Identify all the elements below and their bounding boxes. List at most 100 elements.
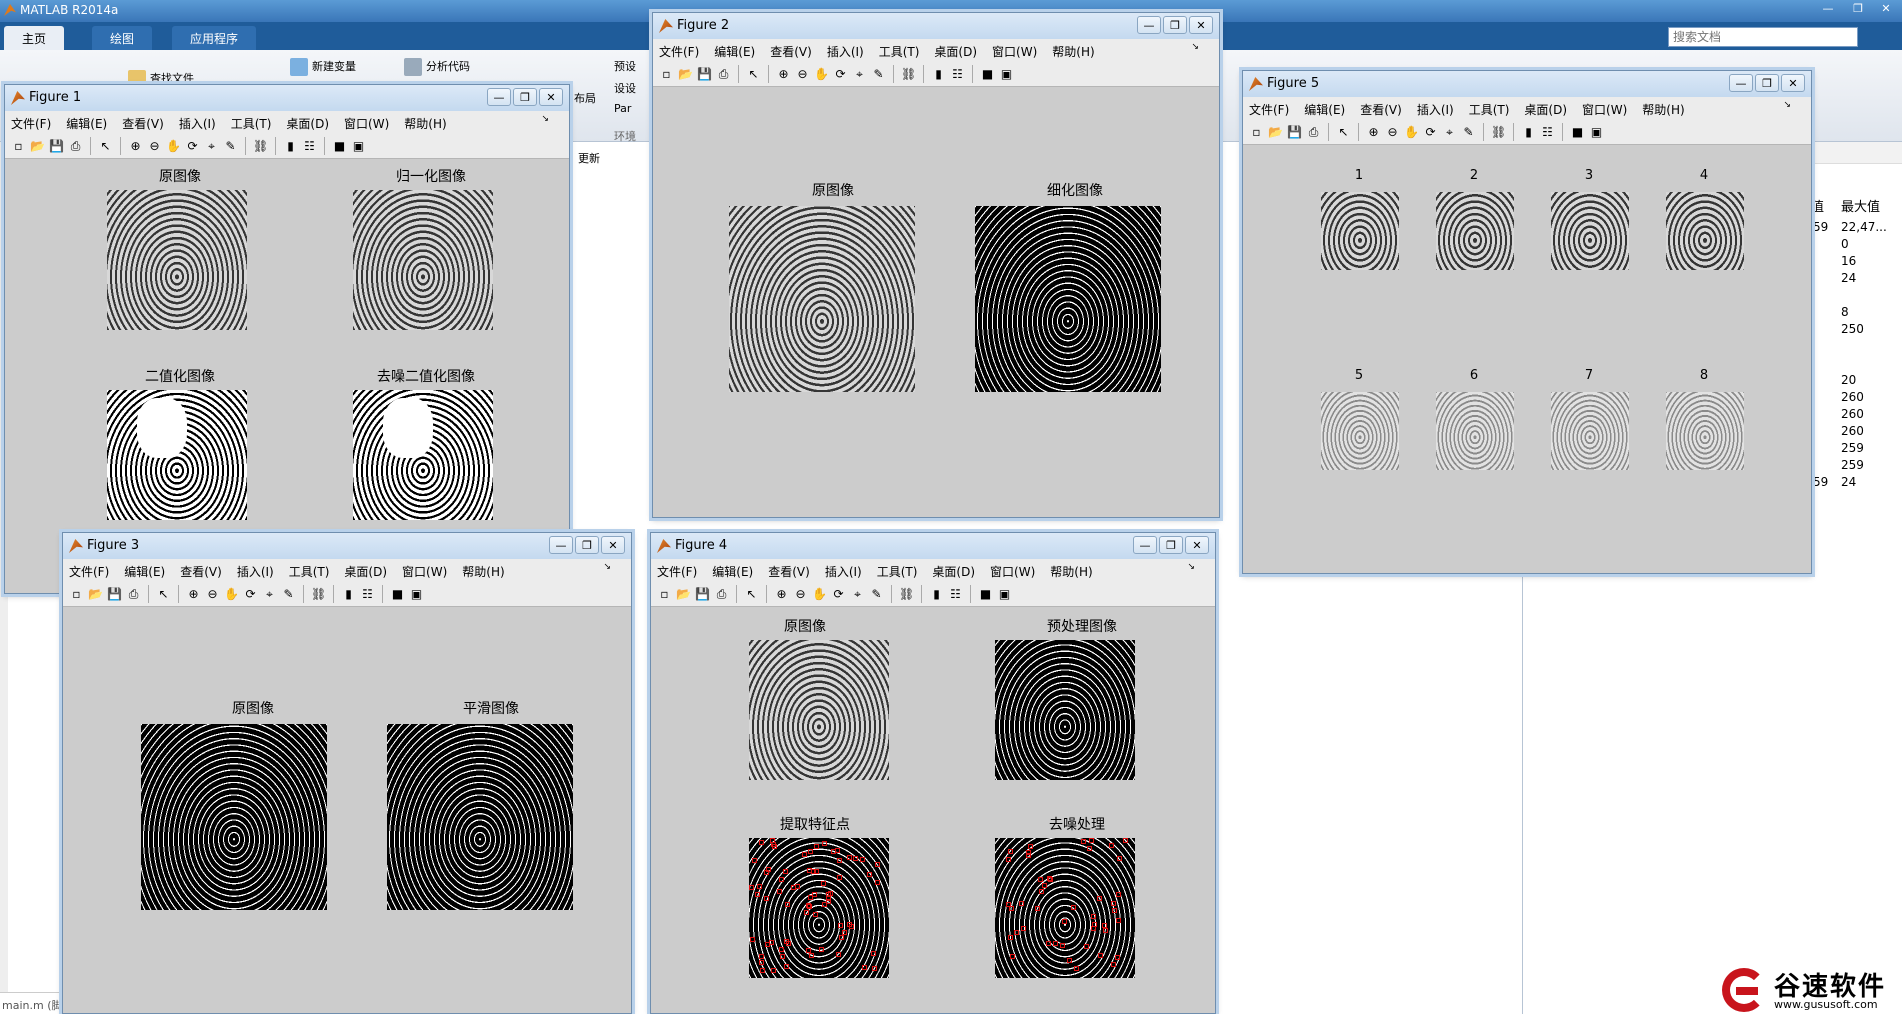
datacursor-icon[interactable]: ⌖ xyxy=(204,139,219,154)
show-tools-icon[interactable]: ▣ xyxy=(997,587,1012,602)
maximize-button[interactable]: ❐ xyxy=(575,536,599,554)
analyze-code-button[interactable]: 分析代码 xyxy=(404,58,470,76)
menu-item[interactable]: 帮助(H) xyxy=(1642,103,1684,117)
rotate-icon[interactable]: ⟳ xyxy=(833,67,848,82)
figure-4-window[interactable]: Figure 4 — ❐ ✕ 文件(F) 编辑(E) 查看(V) 插入(I) 工具(T) 桌面… xyxy=(650,532,1216,1014)
menu-item[interactable]: 窗口(W) xyxy=(992,45,1037,59)
close-button[interactable]: ✕ xyxy=(1185,536,1209,554)
menu-item[interactable]: 查看(V) xyxy=(1360,103,1402,117)
layout-button[interactable]: 布局 xyxy=(574,90,596,106)
figure-5-window[interactable]: Figure 5 — ❐ ✕ 文件(F) 编辑(E) 查看(V) 插入(I) 工具(T) 桌面… xyxy=(1242,70,1812,574)
legend-icon[interactable]: ☷ xyxy=(948,587,963,602)
save-icon[interactable]: 💾 xyxy=(107,587,122,602)
legend-icon[interactable]: ☷ xyxy=(360,587,375,602)
hide-tools-icon[interactable]: ■ xyxy=(1570,125,1585,140)
close-button[interactable]: ✕ xyxy=(601,536,625,554)
menu-item[interactable]: 编辑(E) xyxy=(712,565,753,579)
search-docs-input[interactable] xyxy=(1668,27,1858,47)
menu-item[interactable]: 编辑(E) xyxy=(124,565,165,579)
new-figure-icon[interactable]: ▫ xyxy=(659,67,674,82)
hide-tools-icon[interactable]: ■ xyxy=(978,587,993,602)
menu-expand-icon[interactable]: ↘ xyxy=(603,562,611,572)
figure-2-window[interactable]: Figure 2 — ❐ ✕ 文件(F) 编辑(E) 查看(V) 插入(I) 工具(T) 桌面… xyxy=(652,12,1220,518)
hide-tools-icon[interactable]: ■ xyxy=(390,587,405,602)
print-icon[interactable]: ⎙ xyxy=(716,67,731,82)
pan-icon[interactable]: ✋ xyxy=(814,67,829,82)
menu-expand-icon[interactable]: ↘ xyxy=(541,114,549,124)
parallel-button[interactable]: Par xyxy=(614,102,631,115)
legend-icon[interactable]: ☷ xyxy=(1540,125,1555,140)
menu-item[interactable]: 文件(F) xyxy=(69,565,109,579)
print-icon[interactable]: ⎙ xyxy=(126,587,141,602)
brush-icon[interactable]: ✎ xyxy=(223,139,238,154)
preferences-button[interactable]: 预设 xyxy=(614,58,636,74)
save-icon[interactable]: 💾 xyxy=(49,139,64,154)
menu-item[interactable]: 桌面(D) xyxy=(934,45,977,59)
menu-item[interactable]: 窗口(W) xyxy=(402,565,447,579)
menu-item[interactable]: 工具(T) xyxy=(1469,103,1510,117)
menu-item[interactable]: 文件(F) xyxy=(657,565,697,579)
pan-icon[interactable]: ✋ xyxy=(166,139,181,154)
menu-item[interactable]: 查看(V) xyxy=(122,117,164,131)
colorbar-icon[interactable]: ▮ xyxy=(931,67,946,82)
colorbar-icon[interactable]: ▮ xyxy=(1521,125,1536,140)
zoom-in-icon[interactable]: ⊕ xyxy=(128,139,143,154)
maximize-button[interactable]: ❐ xyxy=(1844,0,1872,18)
menu-item[interactable]: 文件(F) xyxy=(11,117,51,131)
open-icon[interactable]: 📂 xyxy=(676,587,691,602)
figure-1-window[interactable]: Figure 1 — ❐ ✕ 文件(F) 编辑(E) 查看(V) 插入(I) 工具(T) 桌面… xyxy=(4,84,570,594)
menu-expand-icon[interactable]: ↘ xyxy=(1191,42,1199,52)
zoom-in-icon[interactable]: ⊕ xyxy=(776,67,791,82)
close-button[interactable]: ✕ xyxy=(1781,74,1805,92)
menu-item[interactable]: 插入(I) xyxy=(179,117,216,131)
menu-item[interactable]: 帮助(H) xyxy=(462,565,504,579)
pointer-icon[interactable]: ↖ xyxy=(746,67,761,82)
menu-item[interactable]: 窗口(W) xyxy=(344,117,389,131)
datacursor-icon[interactable]: ⌖ xyxy=(262,587,277,602)
menu-item[interactable]: 插入(I) xyxy=(237,565,274,579)
colorbar-icon[interactable]: ▮ xyxy=(929,587,944,602)
set-path-button[interactable]: 设设 xyxy=(614,80,636,96)
maximize-button[interactable]: ❐ xyxy=(513,88,537,106)
menu-item[interactable]: 编辑(E) xyxy=(714,45,755,59)
menu-item[interactable]: 插入(I) xyxy=(827,45,864,59)
rotate-icon[interactable]: ⟳ xyxy=(1423,125,1438,140)
new-figure-icon[interactable]: ▫ xyxy=(69,587,84,602)
link-icon[interactable]: ⛓ xyxy=(901,67,916,82)
zoom-in-icon[interactable]: ⊕ xyxy=(774,587,789,602)
datacursor-icon[interactable]: ⌖ xyxy=(1442,125,1457,140)
menu-item[interactable]: 窗口(W) xyxy=(990,565,1035,579)
show-tools-icon[interactable]: ▣ xyxy=(409,587,424,602)
menu-item[interactable]: 编辑(E) xyxy=(1304,103,1345,117)
close-button[interactable]: ✕ xyxy=(1189,16,1213,34)
legend-icon[interactable]: ☷ xyxy=(950,67,965,82)
menu-item[interactable]: 工具(T) xyxy=(289,565,330,579)
menu-item[interactable]: 工具(T) xyxy=(877,565,918,579)
menu-item[interactable]: 插入(I) xyxy=(825,565,862,579)
zoom-out-icon[interactable]: ⊖ xyxy=(793,587,808,602)
tab-apps[interactable]: 应用程序 xyxy=(172,26,257,50)
brush-icon[interactable]: ✎ xyxy=(869,587,884,602)
figure-3-window[interactable]: Figure 3 — ❐ ✕ 文件(F) 编辑(E) 查看(V) 插入(I) 工具(T) 桌面… xyxy=(62,532,632,1014)
menu-item[interactable]: 桌面(D) xyxy=(932,565,975,579)
brush-icon[interactable]: ✎ xyxy=(1461,125,1476,140)
new-variable-button[interactable]: 新建变量 xyxy=(290,58,356,76)
menu-item[interactable]: 文件(F) xyxy=(659,45,699,59)
pointer-icon[interactable]: ↖ xyxy=(156,587,171,602)
brush-icon[interactable]: ✎ xyxy=(281,587,296,602)
save-icon[interactable]: 💾 xyxy=(697,67,712,82)
menu-item[interactable]: 桌面(D) xyxy=(286,117,329,131)
show-tools-icon[interactable]: ▣ xyxy=(351,139,366,154)
link-icon[interactable]: ⛓ xyxy=(253,139,268,154)
print-icon[interactable]: ⎙ xyxy=(1306,125,1321,140)
menu-expand-icon[interactable]: ↘ xyxy=(1187,562,1195,572)
menu-item[interactable]: 帮助(H) xyxy=(1050,565,1092,579)
save-icon[interactable]: 💾 xyxy=(1287,125,1302,140)
minimize-button[interactable]: — xyxy=(487,88,511,106)
pan-icon[interactable]: ✋ xyxy=(1404,125,1419,140)
maximize-button[interactable]: ❐ xyxy=(1163,16,1187,34)
link-icon[interactable]: ⛓ xyxy=(1491,125,1506,140)
minimize-button[interactable]: — xyxy=(1137,16,1161,34)
print-icon[interactable]: ⎙ xyxy=(714,587,729,602)
close-button[interactable]: ✕ xyxy=(539,88,563,106)
